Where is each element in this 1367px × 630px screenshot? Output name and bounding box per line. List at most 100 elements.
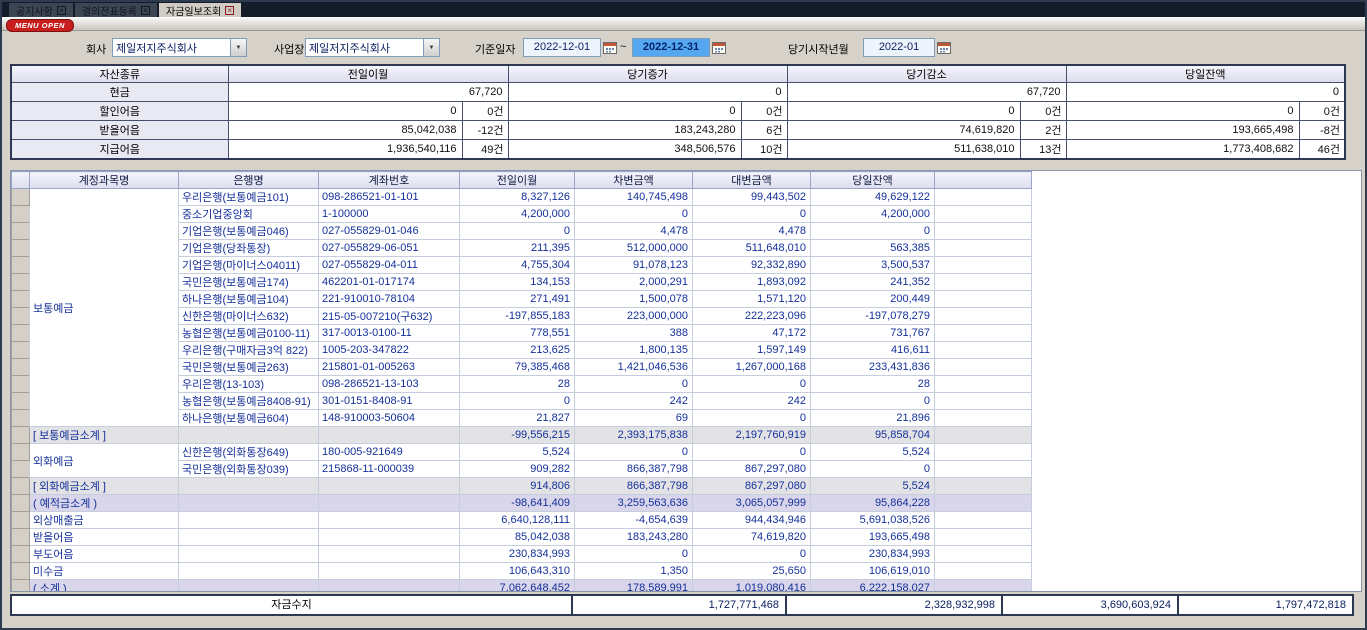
today-balance-cell[interactable]: 563,385 bbox=[811, 240, 935, 257]
close-icon[interactable]: × bbox=[225, 6, 234, 15]
empty-cell[interactable] bbox=[935, 444, 1032, 461]
credit-amount-cell[interactable]: 1,571,120 bbox=[693, 291, 811, 308]
bank-name-cell[interactable]: 중소기업중앙회 bbox=[179, 206, 319, 223]
row-selector[interactable] bbox=[12, 223, 30, 240]
empty-cell[interactable] bbox=[935, 342, 1032, 359]
menu-open-button[interactable]: MENU OPEN bbox=[6, 19, 74, 32]
tab-fund-daily-report[interactable]: 자금일보조회 × bbox=[159, 3, 241, 17]
empty-cell[interactable] bbox=[935, 376, 1032, 393]
row-selector[interactable] bbox=[12, 291, 30, 308]
prev-carryover-cell[interactable]: 211,395 bbox=[460, 240, 575, 257]
today-balance-cell[interactable]: 230,834,993 bbox=[811, 546, 935, 563]
empty-cell[interactable] bbox=[935, 495, 1032, 512]
credit-amount-cell[interactable]: 4,478 bbox=[693, 223, 811, 240]
account-name-cell[interactable]: 미수금 bbox=[30, 563, 179, 580]
credit-amount-cell[interactable]: 867,297,080 bbox=[693, 461, 811, 478]
company-select[interactable]: 제일저지주식회사 ▼ bbox=[112, 38, 247, 57]
account-number-cell[interactable]: 180-005-921649 bbox=[319, 444, 460, 461]
account-number-cell[interactable]: 027-055829-06-051 bbox=[319, 240, 460, 257]
row-selector[interactable] bbox=[12, 580, 30, 593]
table-row[interactable]: 보통예금우리은행(보통예금101)098-286521-01-1018,327,… bbox=[12, 189, 1032, 206]
today-balance-cell[interactable]: 241,352 bbox=[811, 274, 935, 291]
tab-notice[interactable]: 공지사항 × bbox=[9, 3, 73, 17]
bank-name-cell[interactable]: 하나은행(보통예금104) bbox=[179, 291, 319, 308]
empty-cell[interactable] bbox=[935, 546, 1032, 563]
account-number-cell[interactable] bbox=[319, 495, 460, 512]
table-row[interactable]: 외상매출금6,640,128,111-4,654,639944,434,9465… bbox=[12, 512, 1032, 529]
row-selector[interactable] bbox=[12, 206, 30, 223]
today-balance-cell[interactable]: 5,524 bbox=[811, 444, 935, 461]
bank-name-cell[interactable]: 우리은행(13-103) bbox=[179, 376, 319, 393]
bank-name-cell[interactable]: 기업은행(당좌통장) bbox=[179, 240, 319, 257]
table-row[interactable]: 외화예금신한은행(외화통장649)180-005-9216495,524005,… bbox=[12, 444, 1032, 461]
account-number-cell[interactable]: 221-910010-78104 bbox=[319, 291, 460, 308]
account-number-cell[interactable] bbox=[319, 427, 460, 444]
today-balance-cell[interactable]: 28 bbox=[811, 376, 935, 393]
row-selector[interactable] bbox=[12, 512, 30, 529]
today-balance-cell[interactable]: 95,858,704 bbox=[811, 427, 935, 444]
prev-carryover-cell[interactable]: 7,062,648,452 bbox=[460, 580, 575, 593]
credit-amount-cell[interactable]: 0 bbox=[693, 376, 811, 393]
empty-cell[interactable] bbox=[935, 393, 1032, 410]
credit-amount-cell[interactable]: 2,197,760,919 bbox=[693, 427, 811, 444]
bank-name-cell[interactable]: 국민은행(보통예금263) bbox=[179, 359, 319, 376]
prev-carryover-cell[interactable]: 21,827 bbox=[460, 410, 575, 427]
debit-amount-cell[interactable]: 0 bbox=[575, 376, 693, 393]
debit-amount-cell[interactable]: 2,000,291 bbox=[575, 274, 693, 291]
credit-amount-cell[interactable]: 0 bbox=[693, 444, 811, 461]
empty-cell[interactable] bbox=[935, 274, 1032, 291]
prev-carryover-cell[interactable]: 909,282 bbox=[460, 461, 575, 478]
credit-amount-cell[interactable]: 0 bbox=[693, 206, 811, 223]
credit-amount-cell[interactable]: 1,267,000,168 bbox=[693, 359, 811, 376]
empty-cell[interactable] bbox=[935, 308, 1032, 325]
chevron-down-icon[interactable]: ▼ bbox=[230, 39, 246, 56]
period-start-input[interactable]: 2022-01 bbox=[863, 38, 935, 57]
table-row[interactable]: 부도어음230,834,99300230,834,993 bbox=[12, 546, 1032, 563]
today-balance-cell[interactable]: 193,665,498 bbox=[811, 529, 935, 546]
bank-name-cell[interactable]: 기업은행(마이너스04011) bbox=[179, 257, 319, 274]
empty-cell[interactable] bbox=[935, 359, 1032, 376]
today-balance-cell[interactable]: 731,767 bbox=[811, 325, 935, 342]
debit-amount-cell[interactable]: 866,387,798 bbox=[575, 461, 693, 478]
row-selector[interactable] bbox=[12, 410, 30, 427]
prev-carryover-cell[interactable]: 6,640,128,111 bbox=[460, 512, 575, 529]
prev-carryover-cell[interactable]: 4,200,000 bbox=[460, 206, 575, 223]
prev-carryover-cell[interactable]: 85,042,038 bbox=[460, 529, 575, 546]
prev-carryover-cell[interactable]: 230,834,993 bbox=[460, 546, 575, 563]
credit-amount-cell[interactable]: 25,650 bbox=[693, 563, 811, 580]
credit-amount-cell[interactable]: 74,619,820 bbox=[693, 529, 811, 546]
account-name-cell[interactable]: 받을어음 bbox=[30, 529, 179, 546]
table-row[interactable]: ( 소계 )7,062,648,452178,589,9911,019,080,… bbox=[12, 580, 1032, 593]
empty-cell[interactable] bbox=[935, 478, 1032, 495]
empty-cell[interactable] bbox=[935, 410, 1032, 427]
account-number-cell[interactable]: 317-0013-0100-11 bbox=[319, 325, 460, 342]
account-number-cell[interactable]: 1-100000 bbox=[319, 206, 460, 223]
empty-cell[interactable] bbox=[935, 257, 1032, 274]
account-name-cell[interactable]: 부도어음 bbox=[30, 546, 179, 563]
empty-cell[interactable] bbox=[935, 291, 1032, 308]
bank-name-cell[interactable]: 국민은행(보통예금174) bbox=[179, 274, 319, 291]
prev-carryover-cell[interactable]: 213,625 bbox=[460, 342, 575, 359]
today-balance-cell[interactable]: 0 bbox=[811, 461, 935, 478]
bank-name-cell[interactable]: 우리은행(보통예금101) bbox=[179, 189, 319, 206]
credit-amount-cell[interactable]: 867,297,080 bbox=[693, 478, 811, 495]
row-selector[interactable] bbox=[12, 427, 30, 444]
account-number-cell[interactable] bbox=[319, 529, 460, 546]
row-selector[interactable] bbox=[12, 563, 30, 580]
account-name-cell[interactable]: 보통예금 bbox=[30, 189, 179, 427]
today-balance-cell[interactable]: 0 bbox=[811, 393, 935, 410]
account-number-cell[interactable]: 1005-203-347822 bbox=[319, 342, 460, 359]
today-balance-cell[interactable]: 95,864,228 bbox=[811, 495, 935, 512]
prev-carryover-cell[interactable]: 914,806 bbox=[460, 478, 575, 495]
row-selector[interactable] bbox=[12, 308, 30, 325]
bank-name-cell[interactable]: 하나은행(보통예금604) bbox=[179, 410, 319, 427]
today-balance-cell[interactable]: 6,222,158,027 bbox=[811, 580, 935, 593]
row-selector[interactable] bbox=[12, 444, 30, 461]
prev-carryover-cell[interactable]: 106,643,310 bbox=[460, 563, 575, 580]
prev-carryover-cell[interactable]: -197,855,183 bbox=[460, 308, 575, 325]
bank-name-cell[interactable] bbox=[179, 427, 319, 444]
row-selector[interactable] bbox=[12, 495, 30, 512]
empty-cell[interactable] bbox=[935, 461, 1032, 478]
debit-amount-cell[interactable]: 2,393,175,838 bbox=[575, 427, 693, 444]
credit-amount-cell[interactable]: 511,648,010 bbox=[693, 240, 811, 257]
